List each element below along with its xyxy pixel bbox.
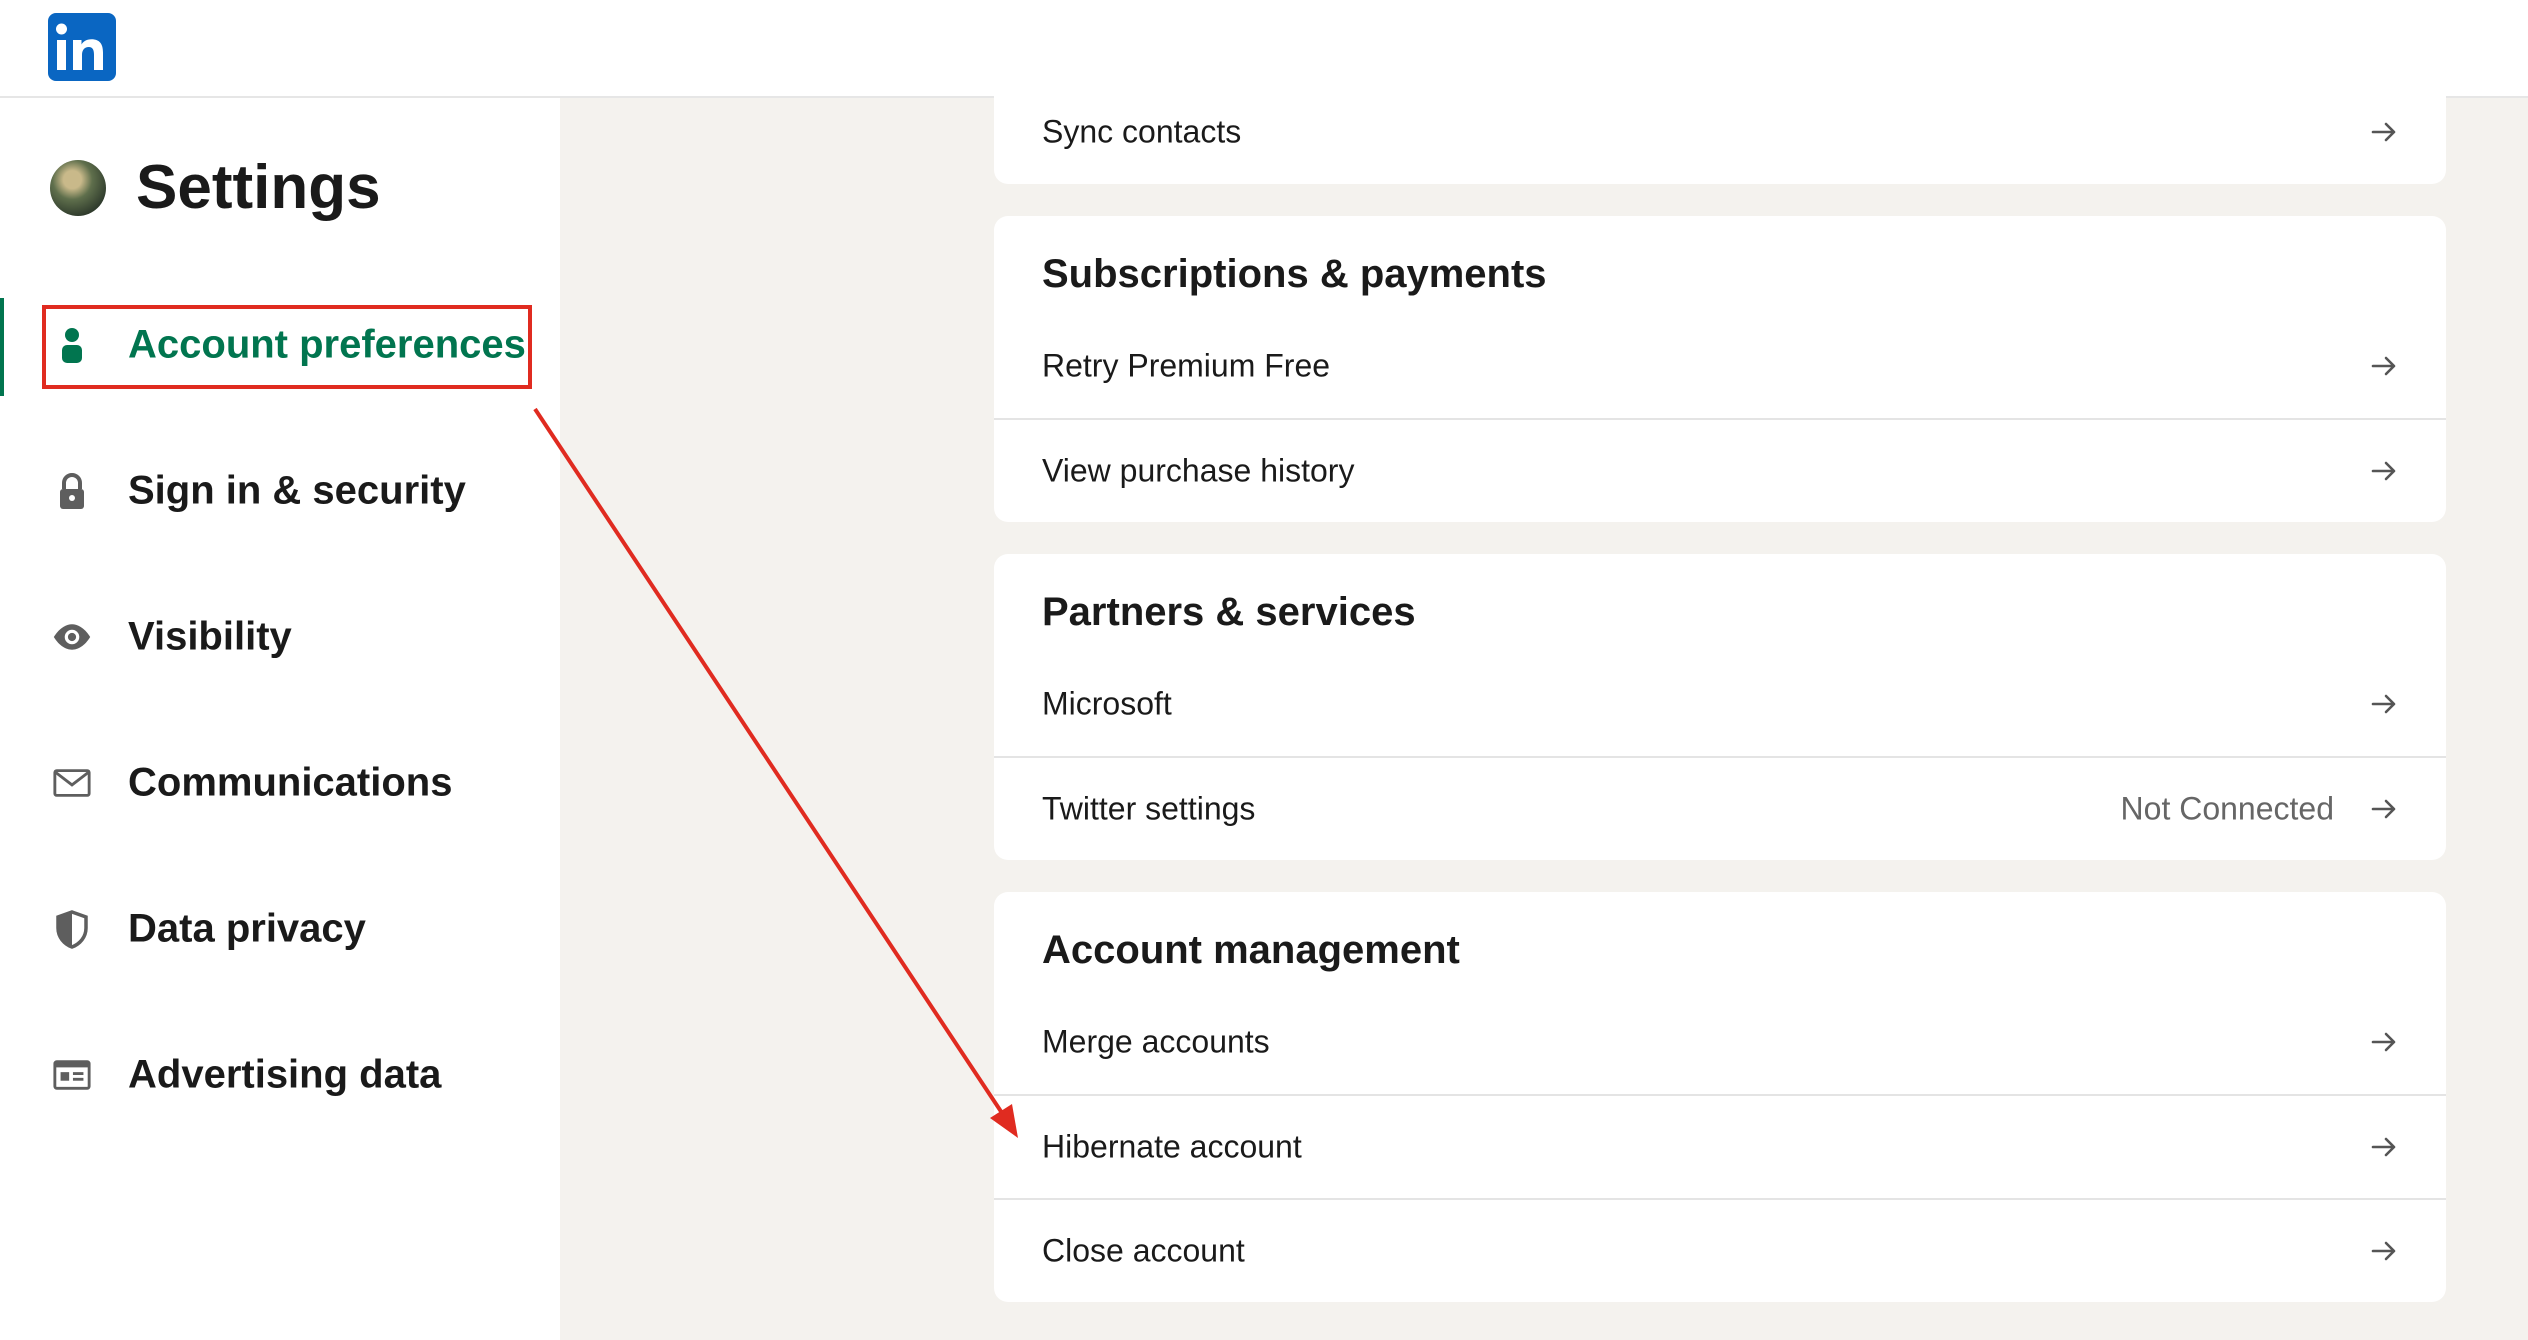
card-title: Subscriptions & payments [1042,252,1547,296]
arrow-right-icon [2371,799,2396,819]
merge-accounts-row[interactable]: Merge accounts [994,990,2446,1094]
row-label: Retry Premium Free [1042,347,1331,384]
arrow-right-icon [2371,694,2396,714]
retry-premium-row[interactable]: Retry Premium Free [994,314,2446,418]
linkedin-logo-icon [56,23,103,70]
row-label: Microsoft [1042,685,1172,722]
row-label: View purchase history [1042,452,1355,489]
arrow-right-icon [2371,122,2396,142]
sidebar-item-data-privacy[interactable]: Data privacy [0,884,560,974]
top-bar [0,0,2528,98]
sidebar-item-label: Communications [128,760,453,805]
ad-icon [52,1055,92,1095]
avatar[interactable] [50,160,106,216]
arrow-right-icon [2371,461,2396,481]
sidebar-item-communications[interactable]: Communications [0,738,560,828]
sidebar-item-sign-in-security[interactable]: Sign in & security [0,446,560,536]
sidebar-item-label: Sign in & security [128,468,466,513]
card-title: Partners & services [1042,590,1416,634]
purchase-history-row[interactable]: View purchase history [994,418,2446,522]
arrow-right-icon [2371,1137,2396,1157]
sync-contacts-row[interactable]: Sync contacts [994,90,2446,184]
shield-icon [52,909,92,949]
highlight-annotation [42,305,532,389]
twitter-settings-row[interactable]: Twitter settings Not Connected [994,756,2446,860]
card-title: Account management [1042,928,1460,972]
eye-icon [52,617,92,657]
envelope-icon [52,763,92,803]
partners-card: Partners & services Microsoft Twitter se… [994,554,2446,860]
sync-card: Sync contacts [994,90,2446,184]
sidebar-item-label: Advertising data [128,1052,442,1097]
arrow-right-icon [2371,356,2396,376]
lock-icon [52,471,92,511]
sidebar-item-advertising-data[interactable]: Advertising data [0,1030,560,1120]
row-label: Hibernate account [1042,1128,1302,1165]
row-label: Close account [1042,1232,1245,1269]
page-title: Settings [136,153,381,222]
arrow-right-icon [2371,1032,2396,1052]
row-label: Sync contacts [1042,113,1242,150]
microsoft-row[interactable]: Microsoft [994,652,2446,756]
row-label: Twitter settings [1042,790,1256,827]
close-account-row[interactable]: Close account [994,1198,2446,1302]
connection-status: Not Connected [2120,790,2334,827]
sidebar-item-visibility[interactable]: Visibility [0,592,560,682]
sidebar-item-label: Data privacy [128,906,366,951]
linkedin-logo[interactable] [48,13,116,81]
subscriptions-card: Subscriptions & payments Retry Premium F… [994,216,2446,522]
settings-sidebar: Settings Account preferences Sign in & s… [0,98,560,1340]
account-management-card: Account management Merge accounts Hibern… [994,892,2446,1302]
hibernate-account-row[interactable]: Hibernate account [994,1094,2446,1198]
sidebar-item-label: Visibility [128,614,292,659]
arrow-right-icon [2371,1241,2396,1261]
row-label: Merge accounts [1042,1023,1270,1060]
